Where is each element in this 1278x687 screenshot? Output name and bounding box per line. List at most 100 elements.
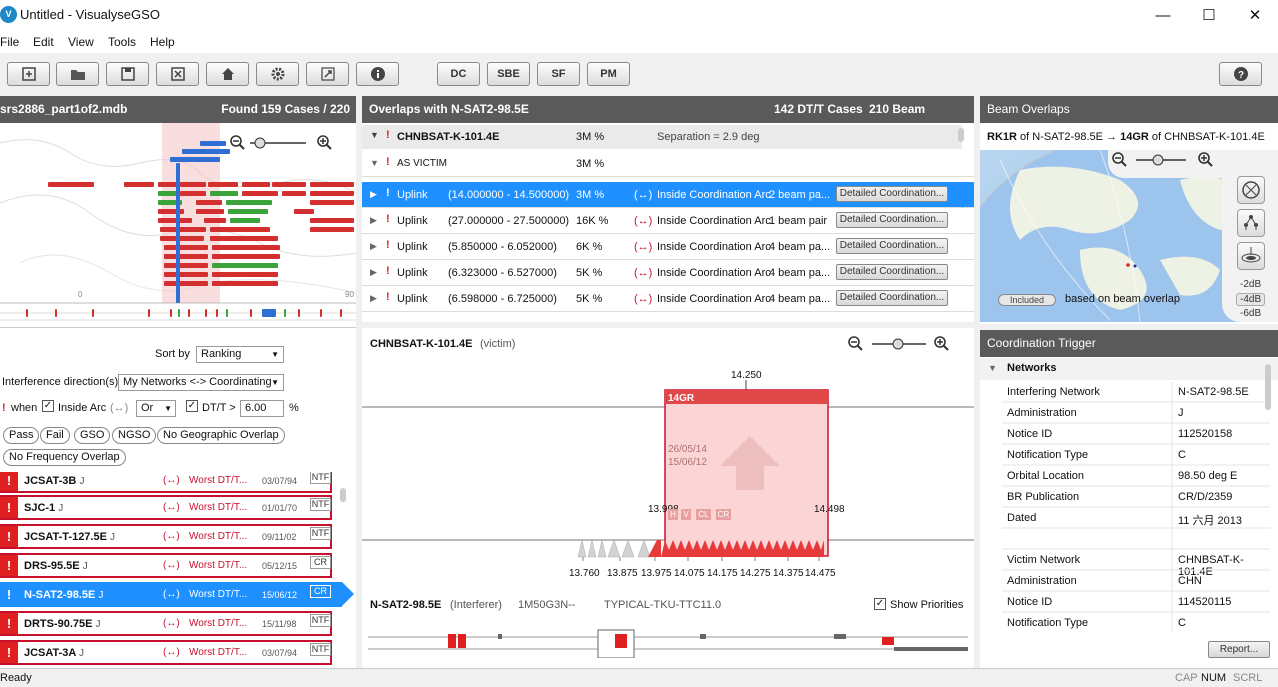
overlap-row[interactable]: ▶ ! Uplink (6.598000 - 6.725000) 5K % (↔… <box>362 286 974 312</box>
network-block[interactable] <box>282 191 306 196</box>
network-block[interactable] <box>160 236 204 241</box>
menu-tools[interactable]: Tools <box>108 35 136 49</box>
dt-threshold-input[interactable]: 6.00 <box>240 400 284 417</box>
menu-view[interactable]: View <box>68 35 94 49</box>
overlap-row[interactable]: ▶ ! Uplink (27.000000 - 27.500000) 16K %… <box>362 208 974 234</box>
minimize-button[interactable]: — <box>1140 0 1186 31</box>
show-priorities-checkbox[interactable]: ✓ <box>874 598 886 610</box>
ngso-filter[interactable]: NGSO <box>112 427 157 444</box>
fail-filter[interactable]: Fail <box>40 427 70 444</box>
network-block[interactable] <box>158 182 178 187</box>
frequency-overview-strip[interactable] <box>362 628 974 658</box>
case-row[interactable]: ! JCSAT-T-127.5E J (↔) Worst DT/T... 09/11/0… <box>0 524 332 549</box>
gso-filter[interactable]: GSO <box>74 427 111 444</box>
network-block[interactable] <box>242 182 270 187</box>
menu-help[interactable]: Help <box>150 35 175 49</box>
network-block[interactable] <box>310 227 354 232</box>
pm-button[interactable]: PM <box>587 62 630 86</box>
contour-view-button[interactable] <box>1237 242 1265 270</box>
network-block[interactable] <box>212 254 280 259</box>
gso-arc-map[interactable]: 0 90 <box>0 123 356 328</box>
menu-edit[interactable]: Edit <box>33 35 54 49</box>
network-block[interactable] <box>124 182 154 187</box>
network-block[interactable] <box>158 218 192 223</box>
expand-icon[interactable]: ▶ <box>370 215 377 226</box>
detailed-coordination-button[interactable]: Detailed Coordination... <box>836 238 948 254</box>
network-block[interactable] <box>48 182 94 187</box>
network-block[interactable] <box>208 182 238 187</box>
close-button[interactable]: ✕ <box>1232 0 1278 31</box>
collapse-icon[interactable]: ▼ <box>988 363 997 373</box>
expand-icon[interactable]: ▶ <box>370 293 377 304</box>
victim-row[interactable]: ▼ ! AS VICTIM 3M % <box>362 151 974 177</box>
network-block[interactable] <box>230 218 260 223</box>
network-block[interactable] <box>164 254 208 259</box>
case-row-selected[interactable]: ! N-SAT2-98.5E J (↔) Worst DT/T... 15/06/12 C… <box>0 582 342 607</box>
network-block[interactable] <box>210 236 278 241</box>
frequency-zoom-control[interactable] <box>846 334 956 354</box>
overlap-row[interactable]: ▶ ! Uplink (14.000000 - 14.500000) 3M % … <box>362 182 974 208</box>
network-block[interactable] <box>196 209 224 214</box>
network-block[interactable] <box>310 191 354 196</box>
logic-select[interactable]: Or ▼ <box>136 400 176 417</box>
network-block[interactable] <box>158 209 184 214</box>
expand-icon[interactable]: ▶ <box>370 267 377 278</box>
sbe-button[interactable]: SBE <box>487 62 530 86</box>
no-frequency-overlap-filter[interactable]: No Frequency Overlap <box>3 449 126 466</box>
network-block[interactable] <box>164 281 208 286</box>
detailed-coordination-button[interactable]: Detailed Coordination... <box>836 290 948 306</box>
network-block[interactable] <box>310 182 354 187</box>
save-button[interactable] <box>106 62 149 86</box>
resize-button[interactable] <box>306 62 349 86</box>
sort-select[interactable]: Ranking ▼ <box>196 346 284 363</box>
overlap-row[interactable]: ▶ ! Uplink (6.323000 - 6.527000) 5K % (↔… <box>362 260 974 286</box>
network-block[interactable] <box>164 272 208 277</box>
case-row[interactable]: ! JCSAT-3A J (↔) Worst DT/T... 03/07/94 NTF <box>0 640 332 665</box>
direction-select[interactable]: My Networks <-> Coordinating ▼ <box>118 374 284 391</box>
case-row[interactable]: ! SJC-1 J (↔) Worst DT/T... 01/01/70 NTF <box>0 495 332 520</box>
dc-button[interactable]: DC <box>437 62 480 86</box>
network-block[interactable] <box>160 227 206 232</box>
network-block[interactable] <box>200 141 226 146</box>
expand-icon[interactable]: ▶ <box>370 189 377 200</box>
network-block[interactable] <box>158 191 178 196</box>
contour-2db[interactable]: -2dB <box>1240 279 1261 290</box>
info-button[interactable] <box>356 62 399 86</box>
report-button[interactable]: Report... <box>1208 641 1270 658</box>
network-block[interactable] <box>310 218 354 223</box>
network-block[interactable] <box>180 191 206 196</box>
network-block[interactable] <box>310 200 354 205</box>
network-block[interactable] <box>180 182 206 187</box>
network-block[interactable] <box>212 245 280 250</box>
beam-zoom-control[interactable] <box>1110 150 1220 170</box>
network-block[interactable] <box>210 191 238 196</box>
case-row[interactable]: ! DRTS-90.75E J (↔) Worst DT/T... 15/11/98 NT… <box>0 611 332 636</box>
maximize-button[interactable]: ☐ <box>1186 0 1232 31</box>
network-block[interactable] <box>164 245 208 250</box>
network-block[interactable] <box>294 209 314 214</box>
overlap-group-row[interactable]: ▼ ! CHNBSAT-K-101.4E 3M % Separation = 2… <box>362 125 962 149</box>
networks-group-row[interactable]: ▼ Networks <box>980 358 1278 380</box>
map-zoom-control[interactable] <box>228 133 348 153</box>
network-block[interactable] <box>212 263 278 268</box>
network-block[interactable] <box>182 149 230 154</box>
sf-button[interactable]: SF <box>537 62 580 86</box>
splitter[interactable] <box>362 322 974 328</box>
collapse-icon[interactable]: ▼ <box>370 130 379 140</box>
network-block[interactable] <box>210 227 270 232</box>
contour-6db[interactable]: -6dB <box>1240 308 1261 319</box>
new-button[interactable] <box>7 62 50 86</box>
detailed-coordination-button[interactable]: Detailed Coordination... <box>836 186 948 202</box>
pass-filter[interactable]: Pass <box>3 427 40 444</box>
network-block[interactable] <box>212 272 278 277</box>
home-button[interactable] <box>206 62 249 86</box>
trigger-scrollbar[interactable] <box>1265 364 1271 410</box>
network-block[interactable] <box>228 209 268 214</box>
expand-icon[interactable]: ▶ <box>370 241 377 252</box>
network-block[interactable] <box>170 157 220 162</box>
detailed-coordination-button[interactable]: Detailed Coordination... <box>836 264 948 280</box>
settings-button[interactable] <box>256 62 299 86</box>
case-row[interactable]: ! DRS-95.5E J (↔) Worst DT/T... 05/12/15 CR <box>0 553 332 578</box>
network-block[interactable] <box>242 191 278 196</box>
collapse-icon[interactable]: ▼ <box>370 158 379 168</box>
